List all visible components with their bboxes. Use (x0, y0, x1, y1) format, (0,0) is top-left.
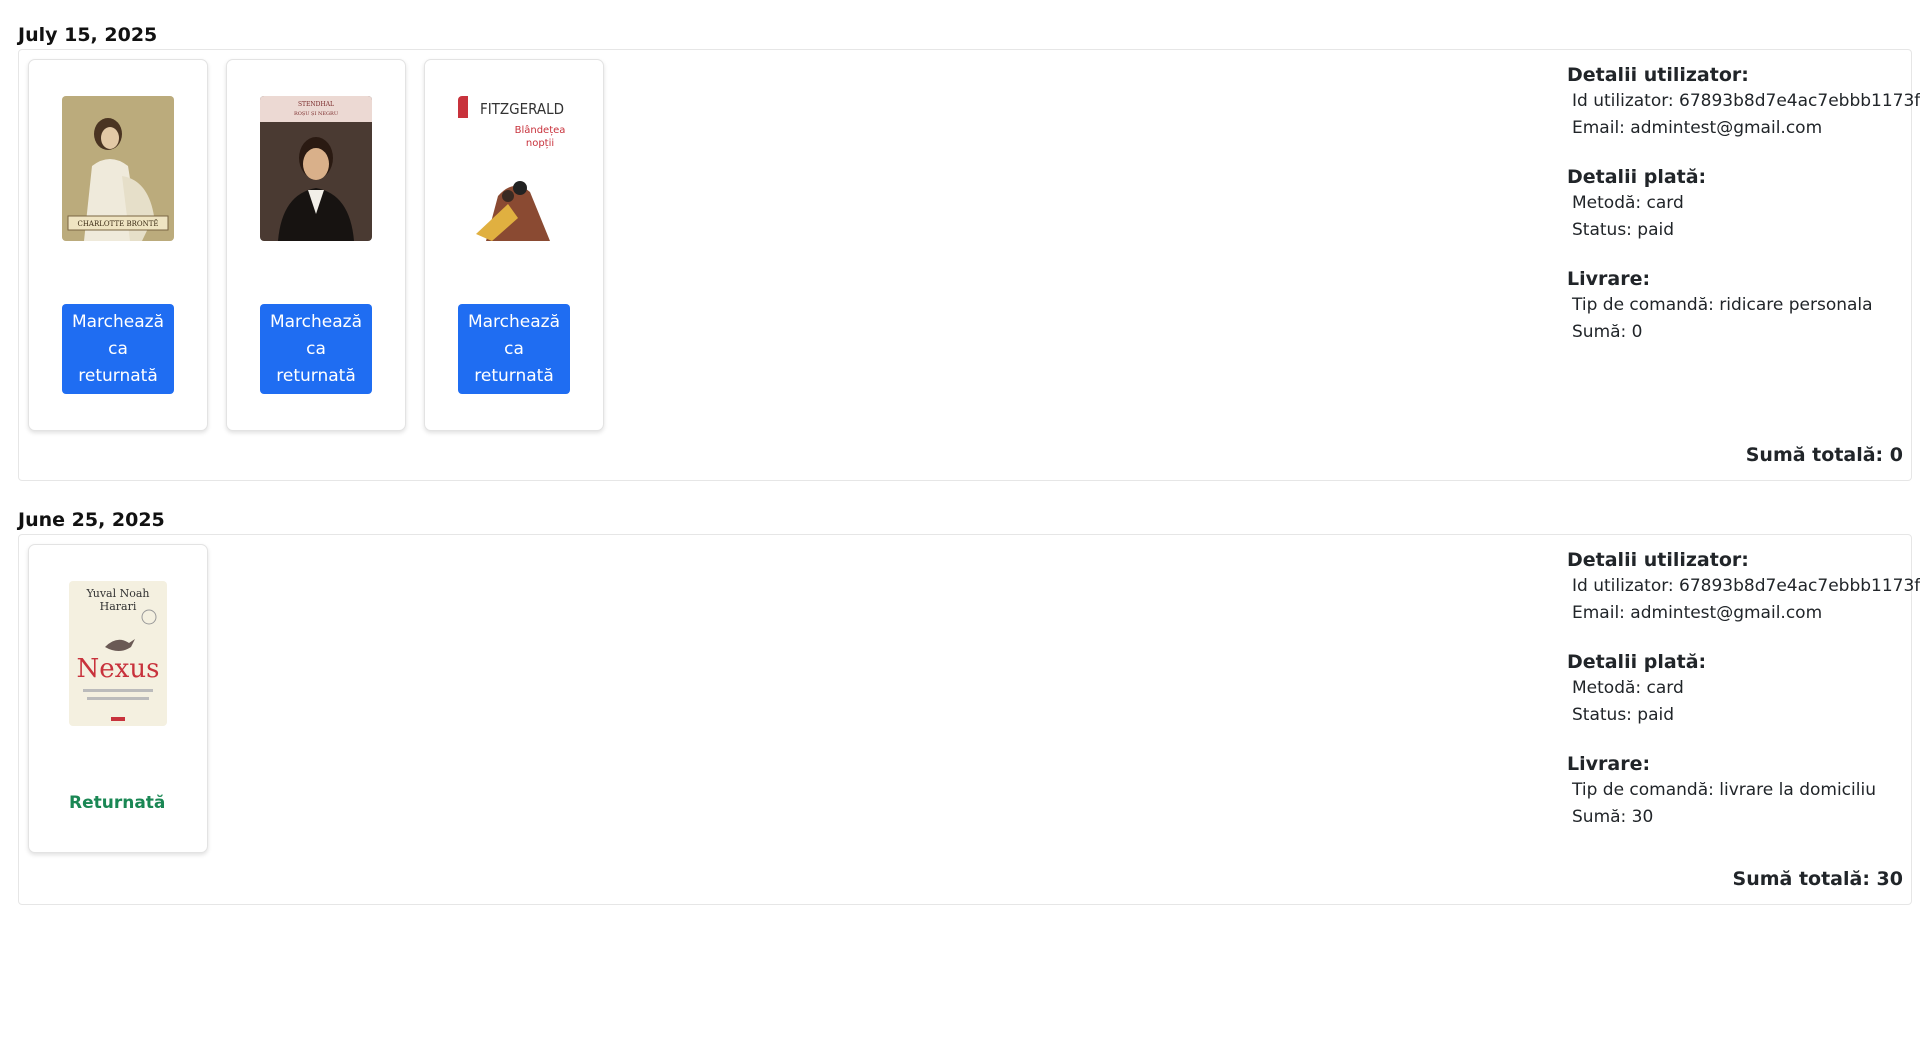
payment-details-title: Detalii plată: (1567, 166, 1707, 188)
payment-details: Detalii plată: Metodă: card Status: paid (1567, 649, 1907, 729)
order-card: Yuval Noah Harari Nexus Returnată Detali… (18, 534, 1920, 905)
user-details: Detalii utilizator: Id utilizator: 67893… (1567, 62, 1920, 142)
order-date: July 15, 2025 (18, 24, 158, 46)
book-cover-image: STENDHAL ROȘU ȘI NEGRU (260, 96, 372, 241)
book-card: CHARLOTTE BRONTË Marchează ca returnată (28, 59, 208, 431)
book-card: FITZGERALD Blândețea nopții Marchează ca… (424, 59, 604, 431)
order-date: June 25, 2025 (18, 509, 165, 531)
user-id: Id utilizator: 67893b8d7e4ac7ebbb1173f6 (1572, 91, 1920, 111)
user-id: Id utilizator: 67893b8d7e4ac7ebbb1173f6 (1572, 576, 1920, 596)
user-details: Detalii utilizator: Id utilizator: 67893… (1567, 547, 1920, 627)
user-details-title: Detalii utilizator: (1567, 64, 1749, 86)
mark-returned-button[interactable]: Marchează ca returnată (260, 304, 372, 394)
user-details-title: Detalii utilizator: (1567, 549, 1749, 571)
payment-status: Status: paid (1572, 705, 1675, 725)
mark-returned-button[interactable]: Marchează ca returnată (458, 304, 570, 394)
delivery-type: Tip de comandă: livrare la domiciliu (1572, 780, 1876, 800)
order-details: Detalii utilizator: Id utilizator: 67893… (1567, 62, 1920, 368)
book-cover-image: Yuval Noah Harari Nexus (69, 581, 167, 726)
payment-details: Detalii plată: Metodă: card Status: paid (1567, 164, 1907, 244)
delivery-details: Livrare: Tip de comandă: ridicare person… (1567, 266, 1907, 346)
payment-status: Status: paid (1572, 220, 1675, 240)
svg-text:Nexus: Nexus (77, 654, 160, 684)
svg-text:Yuval Noah: Yuval Noah (85, 587, 149, 600)
svg-text:nopții: nopții (526, 138, 554, 149)
payment-method: Metodă: card (1572, 193, 1684, 213)
svg-text:STENDHAL: STENDHAL (298, 101, 334, 108)
order-total: Sumă totală: 30 (1732, 868, 1903, 890)
returned-status-label: Returnată (69, 793, 166, 813)
delivery-details-title: Livrare: (1567, 268, 1651, 290)
cover-fitzgerald-icon: FITZGERALD Blândețea nopții (458, 96, 570, 241)
cover-charlotte-bronte-icon: CHARLOTTE BRONTË (62, 96, 174, 241)
delivery-sum: Sumă: 0 (1572, 322, 1643, 342)
svg-text:ROȘU ȘI NEGRU: ROȘU ȘI NEGRU (294, 111, 338, 117)
order-block: July 15, 2025 CHARLOTTE BRONTË Marchează… (18, 21, 1920, 481)
order-block: June 25, 2025 Yuval Noah Harari Nexus Re… (18, 506, 1920, 905)
delivery-type: Tip de comandă: ridicare personala (1572, 295, 1873, 315)
cover-harari-nexus-icon: Yuval Noah Harari Nexus (69, 581, 167, 726)
user-email: Email: admintest@gmail.com (1572, 603, 1823, 623)
book-cover-image: FITZGERALD Blândețea nopții (458, 96, 570, 241)
delivery-details-title: Livrare: (1567, 753, 1651, 775)
delivery-details: Livrare: Tip de comandă: livrare la domi… (1567, 751, 1907, 831)
svg-text:CHARLOTTE BRONTË: CHARLOTTE BRONTË (77, 219, 158, 228)
order-card: CHARLOTTE BRONTË Marchează ca returnată … (18, 49, 1920, 481)
payment-details-title: Detalii plată: (1567, 651, 1707, 673)
orders-page: July 15, 2025 CHARLOTTE BRONTË Marchează… (0, 0, 1920, 1039)
payment-method: Metodă: card (1572, 678, 1684, 698)
order-details: Detalii utilizator: Id utilizator: 67893… (1567, 547, 1920, 853)
mark-returned-button[interactable]: Marchează ca returnată (62, 304, 174, 394)
book-card: STENDHAL ROȘU ȘI NEGRU Marchează ca retu… (226, 59, 406, 431)
svg-text:Harari: Harari (100, 600, 137, 613)
book-cover-image: CHARLOTTE BRONTË (62, 96, 174, 241)
svg-text:FITZGERALD: FITZGERALD (480, 100, 564, 118)
user-email: Email: admintest@gmail.com (1572, 118, 1823, 138)
cover-stendhal-icon: STENDHAL ROȘU ȘI NEGRU (260, 96, 372, 241)
order-total: Sumă totală: 0 (1745, 444, 1903, 466)
svg-text:Blândețea: Blândețea (515, 124, 566, 136)
delivery-sum: Sumă: 30 (1572, 807, 1654, 827)
book-card: Yuval Noah Harari Nexus Returnată (28, 544, 208, 853)
